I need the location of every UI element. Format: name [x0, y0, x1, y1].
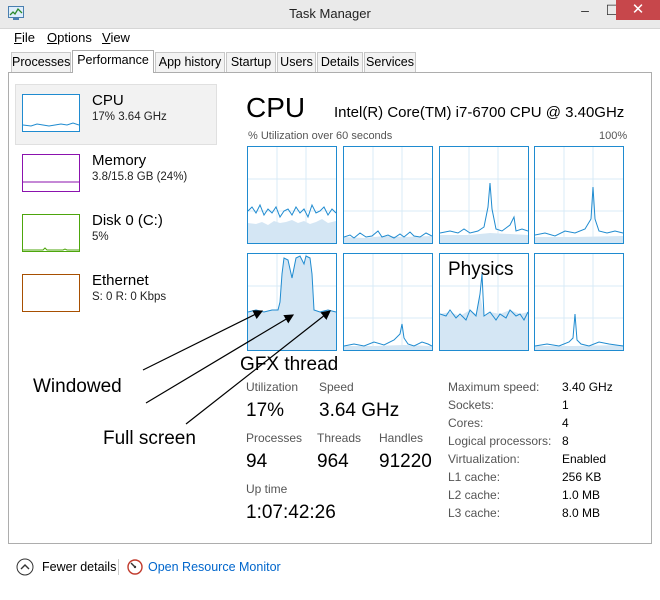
processes-value: 94 — [246, 451, 268, 472]
utilization-value: 17% — [246, 400, 285, 421]
info-value: 256 KB — [562, 470, 602, 484]
info-label: L1 cache: — [448, 470, 501, 484]
info-value: 1 — [562, 398, 569, 412]
resource-monitor-icon — [127, 559, 143, 575]
info-value: 8.0 MB — [562, 506, 601, 520]
speed-value: 3.64 GHz — [319, 400, 400, 421]
info-value: 8 — [562, 434, 569, 448]
threads-value: 964 — [317, 451, 349, 472]
processes-label: Processes — [246, 431, 303, 445]
info-label: Virtualization: — [448, 452, 520, 466]
speed-label: Speed — [319, 380, 354, 394]
open-resource-monitor-link[interactable]: Open Resource Monitor — [148, 560, 281, 574]
handles-label: Handles — [379, 431, 424, 445]
utilization-label: Utilization — [246, 380, 299, 394]
uptime-label: Up time — [246, 482, 288, 496]
chevron-up-icon[interactable] — [16, 558, 34, 576]
handles-value: 91220 — [379, 451, 432, 472]
info-value: 3.40 GHz — [562, 380, 613, 394]
info-label: Cores: — [448, 416, 484, 430]
info-label: L2 cache: — [448, 488, 501, 502]
info-value: Enabled — [562, 452, 607, 466]
info-value: 1.0 MB — [562, 488, 601, 502]
uptime-value: 1:07:42:26 — [246, 502, 336, 523]
footer-divider — [118, 559, 119, 575]
info-label: Maximum speed: — [448, 380, 540, 394]
info-value: 4 — [562, 416, 569, 430]
info-label: Sockets: — [448, 398, 495, 412]
info-label: Logical processors: — [448, 434, 552, 448]
fewer-details-link[interactable]: Fewer details — [42, 560, 116, 574]
info-label: L3 cache: — [448, 506, 501, 520]
threads-label: Threads — [317, 431, 362, 445]
